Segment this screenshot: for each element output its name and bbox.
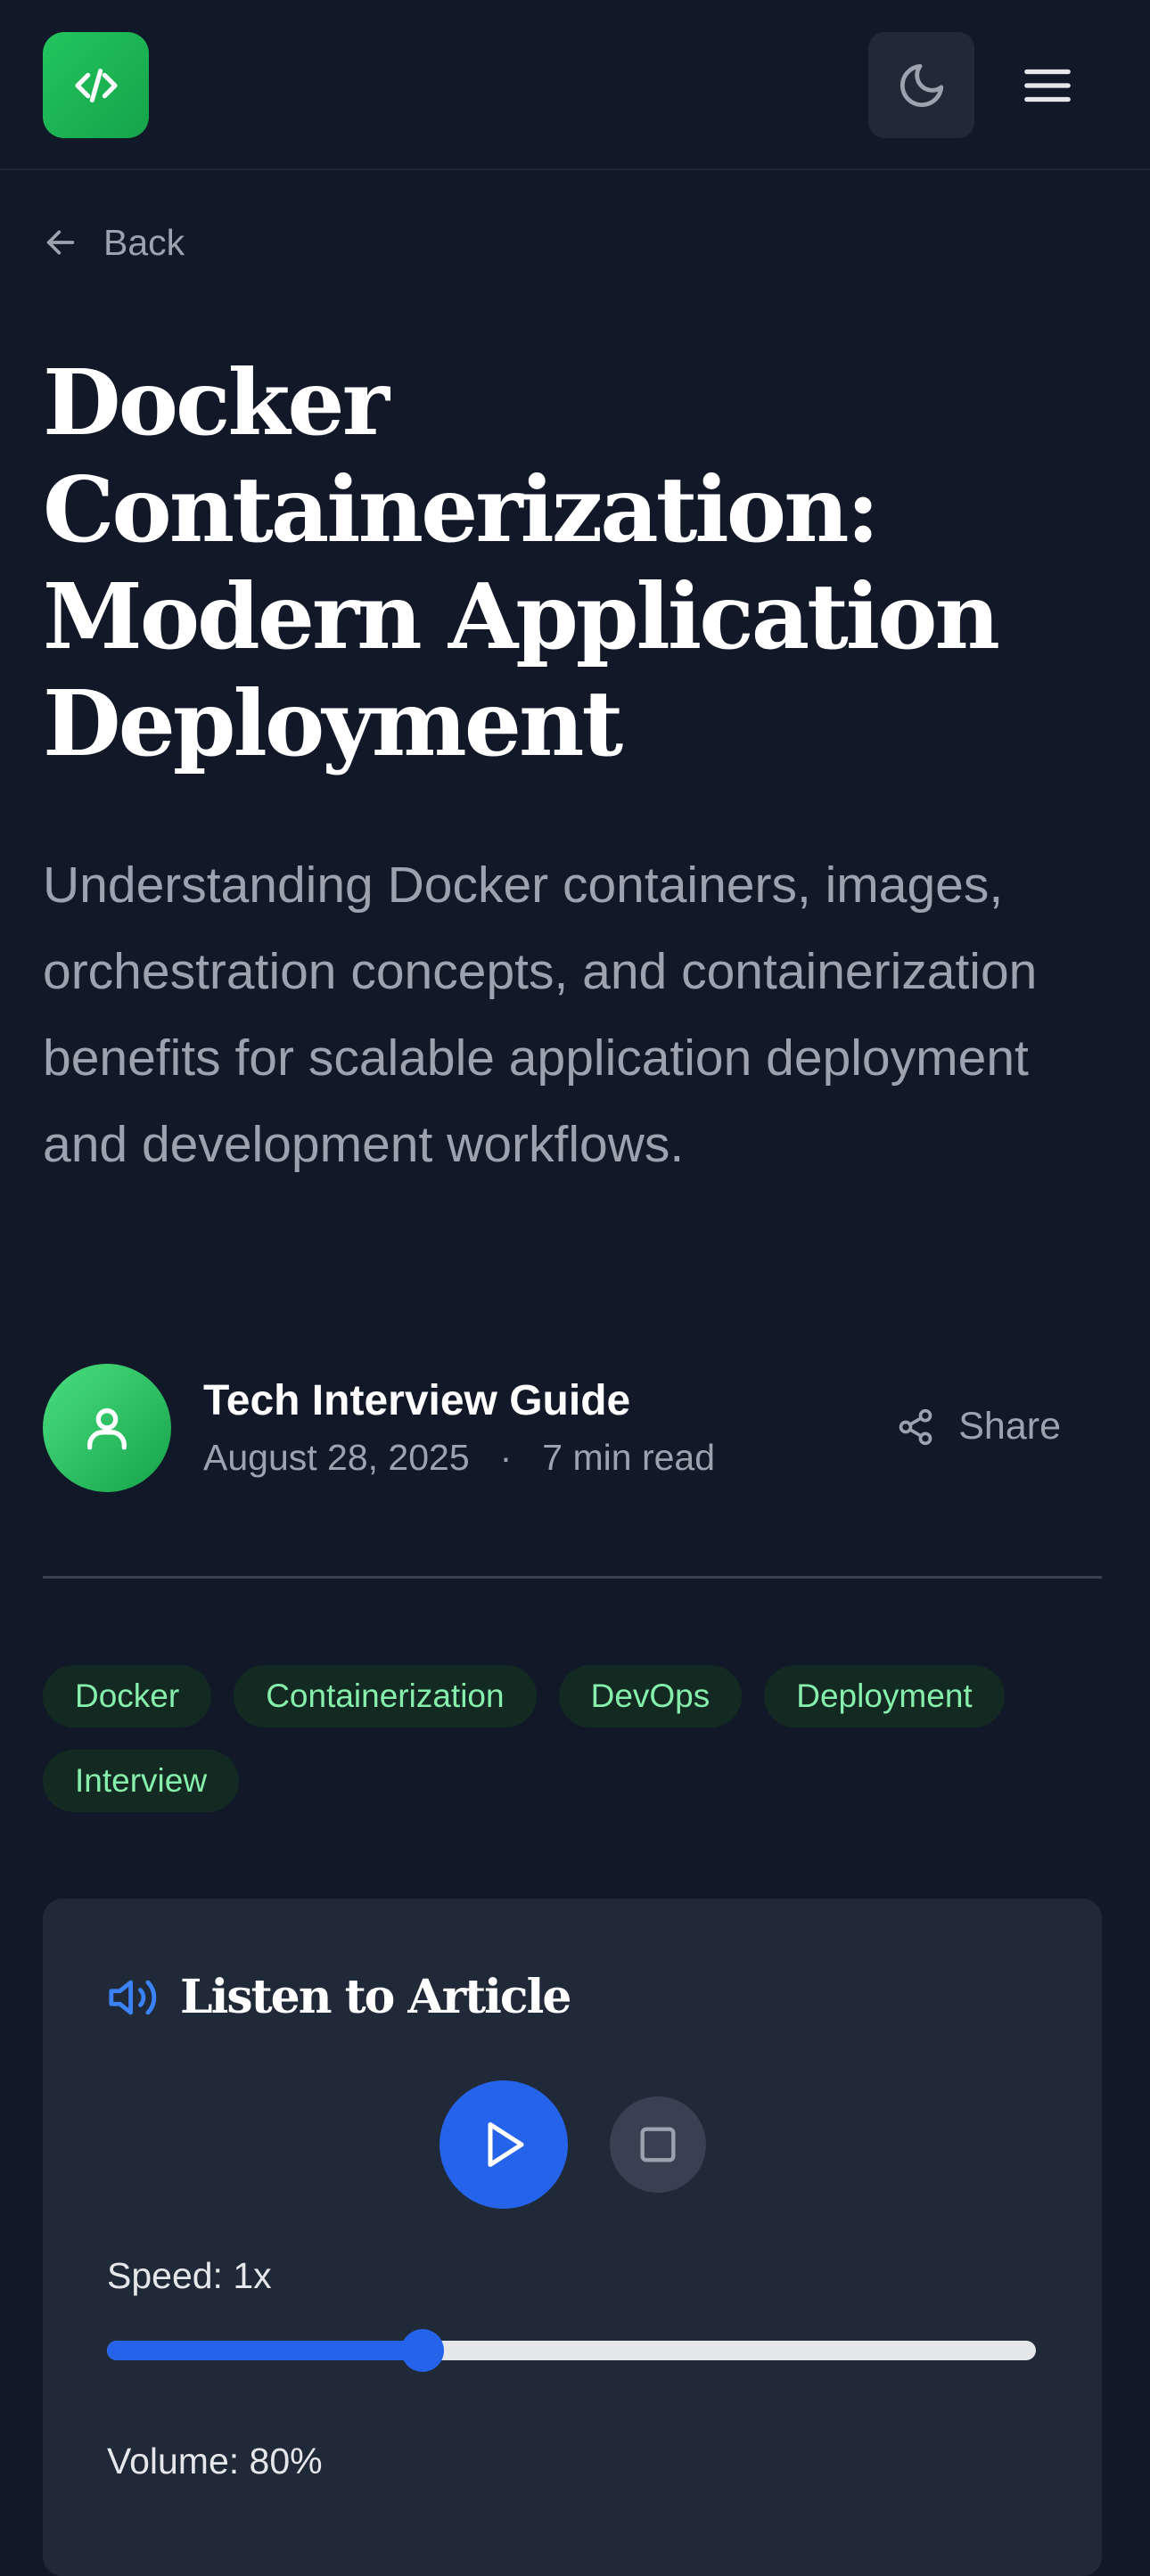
user-icon [87, 1408, 127, 1450]
back-link-label: Back [103, 221, 185, 263]
stop-button[interactable] [610, 2096, 706, 2193]
share-button[interactable]: Share [896, 1405, 1061, 1448]
read-time: 7 min read [542, 1437, 716, 1478]
arrow-left-icon [46, 230, 75, 255]
hamburger-menu-icon [1023, 69, 1071, 102]
article-subtitle: Understanding Docker containers, images,… [43, 857, 1038, 1173]
share-icon [899, 1408, 932, 1445]
top-navigation-bar [0, 0, 1150, 170]
article-title: Docker Containerization: Modern Applicat… [43, 349, 1000, 776]
author-avatar [43, 1364, 171, 1492]
menu-button[interactable] [994, 32, 1100, 138]
play-icon [488, 2122, 524, 2167]
play-button[interactable] [439, 2080, 568, 2209]
article-meta: August 28, 2025 · 7 min read [203, 1437, 715, 1479]
author-row: Tech Interview Guide August 28, 2025 · 7 m… [43, 1364, 1104, 1492]
theme-toggle-button[interactable] [868, 32, 974, 138]
audio-player-title: Listen to Article [180, 1970, 571, 2024]
share-label: Share [958, 1405, 1061, 1448]
tag-devops[interactable]: DevOps [558, 1665, 743, 1727]
speed-slider-fill [107, 2341, 423, 2360]
meta-separator: · [499, 1437, 513, 1478]
tag-docker[interactable]: Docker [43, 1665, 212, 1727]
speaker-icon [109, 1980, 157, 2014]
code-icon [74, 68, 118, 103]
publish-date: August 28, 2025 [203, 1437, 470, 1478]
speed-slider[interactable] [107, 2329, 1036, 2372]
tag-deployment[interactable]: Deployment [764, 1665, 1005, 1727]
divider [43, 1576, 1102, 1579]
back-link[interactable]: Back [43, 217, 185, 267]
speed-slider-thumb[interactable] [401, 2329, 445, 2372]
audio-player-card: Listen to Article Speed: 1x Volume: 80% [43, 1899, 1102, 2576]
tag-interview[interactable]: Interview [43, 1750, 240, 1812]
moon-icon [899, 63, 943, 107]
tag-list: Docker Containerization DevOps Deploymen… [43, 1665, 1113, 1812]
home-logo-button[interactable] [43, 32, 149, 138]
speed-label: Speed: 1x [107, 2255, 272, 2296]
stop-icon [640, 2127, 676, 2162]
tag-containerization[interactable]: Containerization [234, 1665, 537, 1727]
audio-player-header: Listen to Article [107, 1970, 571, 2024]
volume-label: Volume: 80% [107, 2441, 323, 2482]
author-name: Tech Interview Guide [203, 1377, 631, 1424]
